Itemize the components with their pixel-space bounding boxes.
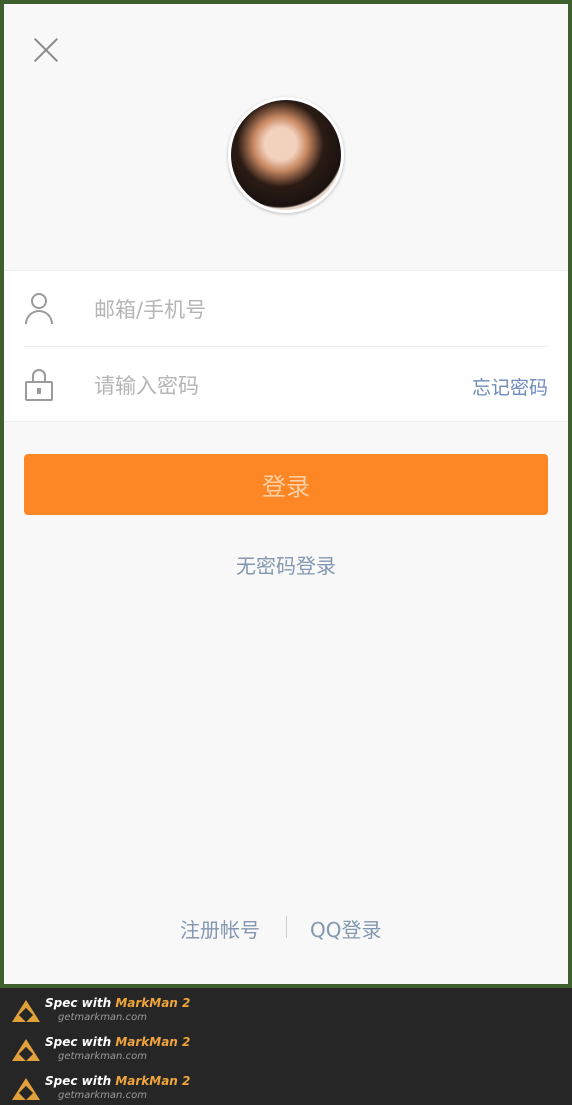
markman-logo-icon <box>12 996 40 1022</box>
forgot-password-link[interactable]: 忘记密码 <box>472 373 548 400</box>
close-icon[interactable] <box>30 34 62 66</box>
user-icon <box>24 293 54 325</box>
spec-url: getmarkman.com <box>58 1090 147 1101</box>
password-row: 忘记密码 <box>24 347 548 423</box>
device-frame: 忘记密码 登录 无密码登录 注册帐号 QQ登录 <box>0 0 572 988</box>
login-button[interactable]: 登录 <box>24 454 548 515</box>
password-input[interactable] <box>94 371 414 401</box>
qq-login-link[interactable]: QQ登录 <box>310 914 381 943</box>
register-link[interactable]: 注册帐号 <box>180 914 260 943</box>
spec-title: Spec with MarkMan 2 <box>45 996 191 1010</box>
account-row <box>24 271 548 347</box>
passwordless-login-link[interactable]: 无密码登录 <box>230 550 342 579</box>
spec-url: getmarkman.com <box>58 1012 147 1023</box>
markman-logo-icon <box>12 1074 40 1100</box>
login-form: 忘记密码 <box>4 270 568 422</box>
link-divider <box>286 916 287 938</box>
bottom-links: 注册帐号 QQ登录 <box>176 914 392 942</box>
spec-item: Spec with MarkMan 2 getmarkman.com <box>12 1070 252 1105</box>
spec-item: Spec with MarkMan 2 getmarkman.com <box>12 992 252 1028</box>
avatar <box>228 97 344 213</box>
login-screen: 忘记密码 登录 无密码登录 注册帐号 QQ登录 <box>4 4 568 984</box>
account-input[interactable] <box>94 295 414 325</box>
markman-logo-icon <box>12 1035 40 1061</box>
spec-watermark-bar: Spec with MarkMan 2 getmarkman.com Spec … <box>0 988 572 1105</box>
spec-title: Spec with MarkMan 2 <box>45 1035 191 1049</box>
spec-title: Spec with MarkMan 2 <box>45 1074 191 1088</box>
lock-icon <box>24 369 54 401</box>
spec-item: Spec with MarkMan 2 getmarkman.com <box>12 1031 252 1067</box>
spec-url: getmarkman.com <box>58 1051 147 1062</box>
